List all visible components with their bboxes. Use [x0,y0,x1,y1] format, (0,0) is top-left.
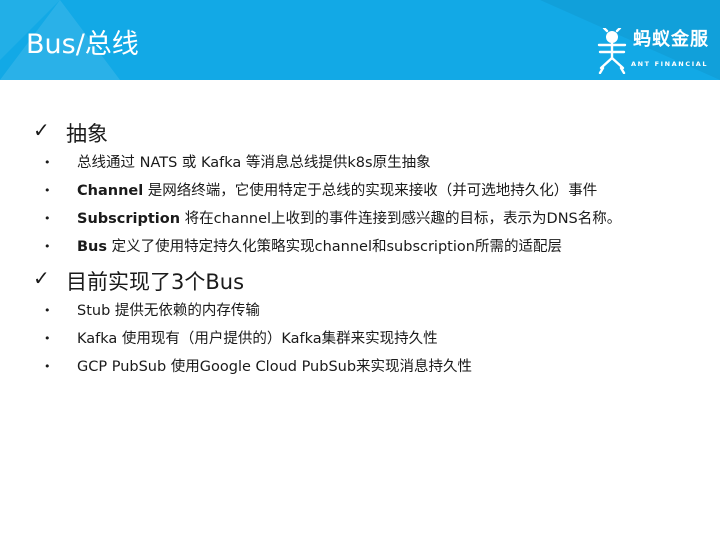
list-item-text: Bus 定义了使用特定持久化策略实现channel和subscription所需… [77,235,562,256]
slide: Bus/总线 蚂蚁金服 ANT FINANCIAL ✓ 抽象 • 总线通过 NA… [0,0,720,540]
checkmark-icon: ✓ [33,118,50,142]
section-title: 目前实现了3个Bus [66,270,245,294]
item-description: Stub 提供无依赖的内存传输 [77,303,260,319]
bullet-icon: • [44,240,51,253]
item-description: GCP PubSub 使用Google Cloud PubSub来实现消息持久性 [77,359,473,375]
checkmark-icon: ✓ [33,266,50,290]
logo-name: 蚂蚁金服 [633,29,709,50]
item-description: Kafka 使用现有（用户提供的）Kafka集群来实现持久性 [77,331,438,347]
list-item-text: 总线通过 NATS 或 Kafka 等消息总线提供k8s原生抽象 [77,151,431,172]
list-item: • Channel 是网络终端，它使用特定于总线的实现来接收（并可选地持久化）事… [0,178,720,206]
bullet-icon: • [44,156,51,169]
list-item: • Kafka 使用现有（用户提供的）Kafka集群来实现持久性 [0,326,720,354]
list-item: • 总线通过 NATS 或 Kafka 等消息总线提供k8s原生抽象 [0,150,720,178]
bullet-icon: • [44,184,51,197]
slide-content: ✓ 抽象 • 总线通过 NATS 或 Kafka 等消息总线提供k8s原生抽象 … [0,114,720,382]
item-description: 是网络终端，它使用特定于总线的实现来接收（并可选地持久化）事件 [143,183,598,199]
bullet-icon: • [44,212,51,225]
list-item-text: Subscription 将在channel上收到的事件连接到感兴趣的目标，表示… [77,207,621,228]
section-heading: ✓ 目前实现了3个Bus [0,262,720,298]
item-keyword: Channel [77,183,144,199]
section-title: 抽象 [66,122,108,146]
list-item: • GCP PubSub 使用Google Cloud PubSub来实现消息持… [0,354,720,382]
bullet-icon: • [44,304,51,317]
item-keyword: Subscription [77,211,181,227]
list-item: • Bus 定义了使用特定持久化策略实现channel和subscription… [0,234,720,262]
list-item-text: Channel 是网络终端，它使用特定于总线的实现来接收（并可选地持久化）事件 [77,179,597,200]
list-item-text: GCP PubSub 使用Google Cloud PubSub来实现消息持久性 [77,355,472,376]
ant-financial-logo: 蚂蚁金服 ANT FINANCIAL [595,28,710,74]
section-heading: ✓ 抽象 [0,114,720,150]
item-keyword: Bus [77,239,108,255]
item-description: 定义了使用特定持久化策略实现channel和subscription所需的适配层 [107,239,562,255]
logo-subtitle: ANT FINANCIAL [631,60,709,68]
bullet-icon: • [44,332,51,345]
bullet-icon: • [44,360,51,373]
list-item-text: Kafka 使用现有（用户提供的）Kafka集群来实现持久性 [77,327,438,348]
list-item: • Subscription 将在channel上收到的事件连接到感兴趣的目标，… [0,206,720,234]
header-bar: Bus/总线 蚂蚁金服 ANT FINANCIAL [0,0,720,80]
item-description: 将在channel上收到的事件连接到感兴趣的目标，表示为DNS名称。 [180,211,622,227]
list-item-text: Stub 提供无依赖的内存传输 [77,299,260,320]
slide-title: Bus/总线 [26,29,139,60]
ant-logo-icon [597,28,627,74]
item-description: 总线通过 NATS 或 Kafka 等消息总线提供k8s原生抽象 [77,155,431,171]
list-item: • Stub 提供无依赖的内存传输 [0,298,720,326]
